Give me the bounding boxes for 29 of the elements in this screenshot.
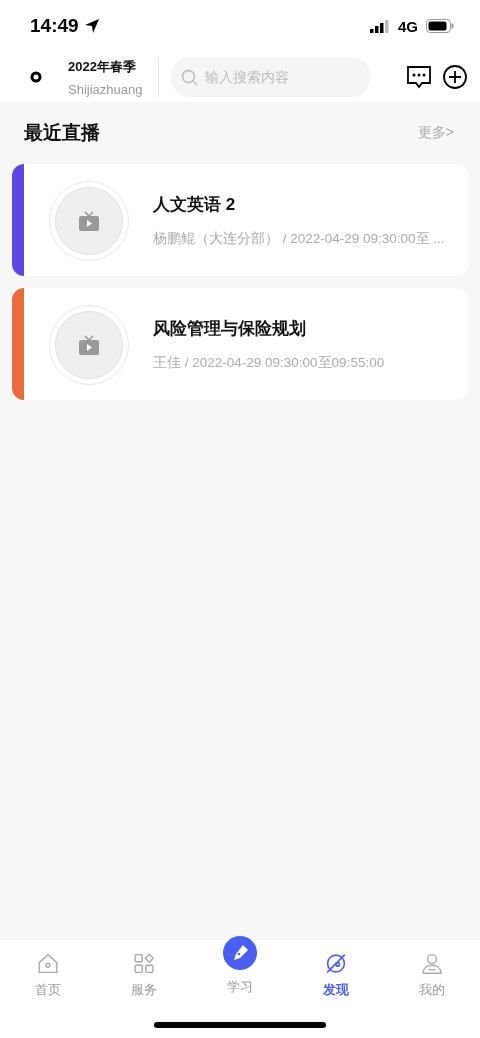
live-card[interactable]: 风险管理与保险规划 王佳 / 2022-04-29 09:30:00至09:55:00: [12, 288, 468, 400]
search-icon: [181, 69, 198, 86]
tab-item[interactable]: 学习: [192, 924, 288, 1000]
live-meta: 王佳 / 2022-04-29 09:30:00至09:55:00: [153, 354, 385, 372]
term-label: 2022年春季: [68, 57, 137, 76]
battery-icon: [426, 19, 454, 33]
tv-icon: [78, 334, 100, 356]
user-icon: [419, 952, 445, 975]
tab-item[interactable]: 首页: [0, 940, 96, 1000]
network-label: 4G: [398, 17, 418, 35]
tab-item[interactable]: 发现: [288, 940, 384, 1000]
status-time: 14:49: [30, 15, 79, 37]
location-label: Shijiazhuang: [68, 81, 144, 97]
tab-item[interactable]: 服务: [96, 940, 192, 1000]
grid-icon: [131, 952, 157, 975]
signal-icon: [370, 19, 390, 33]
tv-icon: [78, 210, 100, 232]
home-icon: [35, 952, 61, 975]
live-title: 人文英语 2: [153, 194, 237, 216]
add-icon[interactable]: [442, 64, 468, 90]
more-link[interactable]: 更多>: [417, 124, 454, 142]
live-title: 风险管理与保险规划: [153, 318, 307, 340]
tab-item[interactable]: 我的: [384, 940, 480, 1000]
live-card[interactable]: 人文英语 2 杨鹏鲲（大连分部） / 2022-04-29 09:30:00至 ...: [12, 164, 468, 276]
location-dot-icon: [30, 71, 42, 83]
section-title: 最近直播: [24, 121, 100, 145]
location-arrow-icon: [83, 18, 100, 34]
message-icon[interactable]: [406, 64, 432, 90]
live-meta: 杨鹏鲲（大连分部） / 2022-04-29 09:30:00至 ...: [153, 230, 445, 248]
